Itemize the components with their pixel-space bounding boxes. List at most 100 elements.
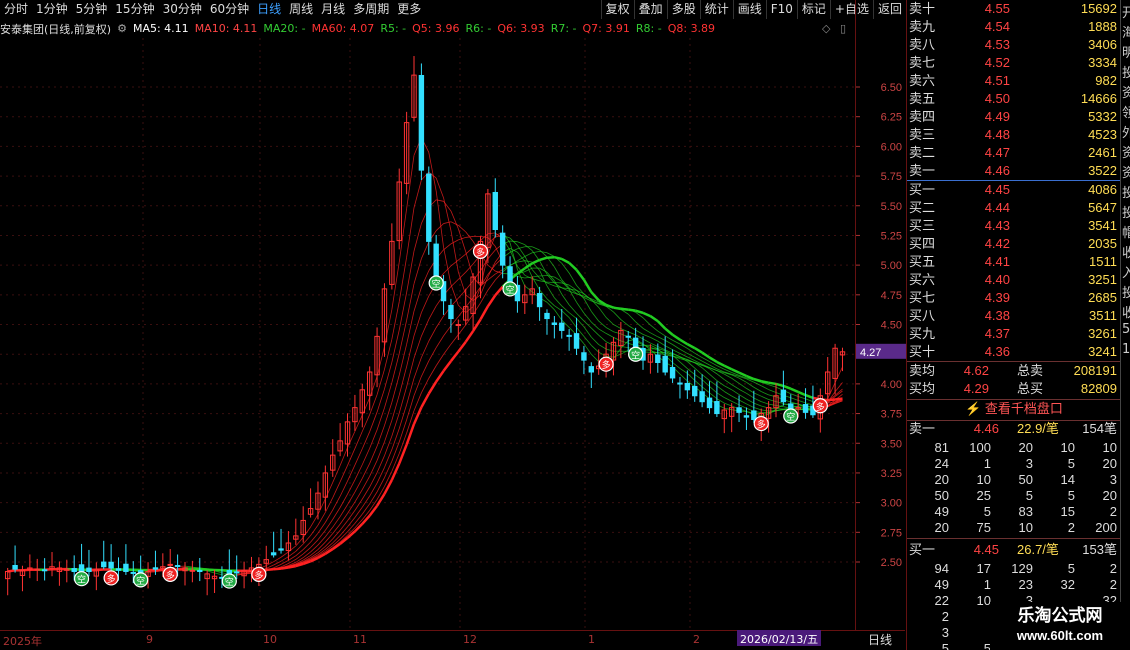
ma-ribbon-segment [435, 315, 444, 328]
ma-ribbon-segment [679, 352, 688, 358]
ma-ribbon-segment [694, 356, 703, 362]
candle-body[interactable] [566, 334, 572, 337]
period-tab-10[interactable]: 更多 [393, 0, 425, 19]
candle-body[interactable] [492, 191, 498, 230]
candle-body[interactable] [544, 312, 550, 320]
candle-body[interactable] [152, 567, 159, 570]
candle-body[interactable] [684, 382, 691, 391]
candle-body[interactable] [780, 389, 787, 403]
period-tab-0[interactable]: 分时 [0, 0, 32, 19]
candle-body[interactable] [101, 561, 107, 568]
buy-level-2-price: 4.44 [984, 200, 1010, 215]
period-tab-6[interactable]: 日线 [253, 0, 285, 19]
candle-body[interactable] [677, 382, 683, 385]
ma-ribbon-segment [428, 305, 437, 320]
candle-body[interactable] [34, 568, 40, 571]
candle-body[interactable] [108, 561, 114, 569]
settings-gear-icon[interactable]: ⚙ [117, 22, 127, 35]
toolbar-button-1[interactable]: 叠加 [633, 0, 667, 19]
sell-level-5-volume: 14666 [1080, 91, 1117, 106]
period-tab-8[interactable]: 月线 [317, 0, 349, 19]
candle-body[interactable] [706, 397, 713, 409]
candle-body[interactable] [167, 563, 173, 566]
candle-body[interactable] [559, 322, 565, 331]
sell-level-4: 卖四 4.49 5332 [907, 108, 1121, 126]
candle-body[interactable] [588, 366, 595, 373]
diamond-icon[interactable]: ◇ [822, 22, 830, 35]
period-tab-7[interactable]: 周线 [285, 0, 317, 19]
ma-ribbon-segment [731, 400, 740, 406]
candle-body[interactable] [743, 415, 750, 418]
candle-body[interactable] [130, 571, 136, 574]
candle-body[interactable] [418, 74, 425, 171]
candle-body[interactable] [189, 569, 196, 572]
candle-body[interactable] [123, 563, 129, 573]
candle-body[interactable] [751, 410, 757, 420]
candle-body[interactable] [714, 401, 720, 415]
candle-body[interactable] [802, 404, 809, 413]
sell-level-9-label: 卖九 [909, 19, 936, 34]
candle-body[interactable] [270, 552, 277, 556]
period-tab-2[interactable]: 5分钟 [72, 0, 112, 19]
candle-body[interactable] [115, 568, 122, 571]
candle-body[interactable] [551, 322, 558, 325]
ma-ribbon-segment [701, 351, 711, 359]
candlestick-chart[interactable]: 空多空多空多空多空多空多空多 [0, 38, 855, 630]
toolbar-button-3[interactable]: 统计 [699, 0, 733, 19]
candle-body[interactable] [655, 354, 661, 364]
candle-body[interactable] [86, 567, 92, 572]
toolbar-button-4[interactable]: 画线 [732, 0, 766, 19]
chart-canvas[interactable]: 空多空多空多空多空多空多空多 [0, 38, 855, 630]
view-thousand-level-button[interactable]: ⚡ 查看千档盘口 [907, 399, 1121, 419]
ma-ribbon-segment [428, 327, 437, 342]
candle-body[interactable] [41, 569, 48, 572]
sell-level-3-label: 卖三 [909, 127, 936, 142]
candle-body[interactable] [581, 352, 587, 361]
candle-body[interactable] [278, 548, 284, 551]
candle-body[interactable] [174, 565, 181, 568]
candle-body[interactable] [234, 571, 240, 574]
ma-ribbon-segment [798, 400, 806, 404]
candle-body[interactable] [573, 333, 580, 349]
ma-ribbon-segment [790, 387, 799, 394]
candle-body[interactable] [536, 293, 543, 308]
period-tab-4[interactable]: 30分钟 [159, 0, 206, 19]
candle-body[interactable] [662, 355, 668, 373]
buy-level-5-price: 4.41 [984, 254, 1010, 269]
period-tab-3[interactable]: 15分钟 [111, 0, 158, 19]
candle-body[interactable] [699, 391, 705, 403]
toolbar-button-6[interactable]: 标记 [796, 0, 830, 19]
right-edge-char: 明 [1122, 42, 1130, 61]
ma-ribbon-segment [288, 564, 297, 569]
price-axis: 6.506.256.005.755.505.255.004.754.504.25… [855, 0, 906, 630]
period-toolbar: 分时 1分钟 5分钟 15分钟 30分钟 60分钟 日线 周线 月线 多周期 更多 复权 叠加 多股 统计画… [0, 0, 906, 19]
candle-body[interactable] [448, 304, 454, 320]
toolbar-button-5[interactable]: F10 [765, 0, 797, 19]
ma-ribbon-segment [450, 279, 459, 287]
toolbar-button-2[interactable]: 多股 [666, 0, 700, 19]
period-label[interactable]: 日线 [855, 630, 905, 650]
candle-body[interactable] [426, 173, 432, 242]
candle-body[interactable] [736, 407, 742, 413]
candle-body[interactable] [12, 564, 18, 570]
candle-body[interactable] [499, 232, 506, 266]
period-tab-5[interactable]: 60分钟 [206, 0, 253, 19]
candle-body[interactable] [71, 568, 77, 573]
candle-body[interactable] [507, 266, 513, 284]
signal-label: 空 [786, 411, 795, 423]
candle-body[interactable] [625, 335, 631, 338]
toolbar-button-0[interactable]: 复权 [600, 0, 634, 19]
period-tab-9[interactable]: 多周期 [349, 0, 393, 19]
candle-body[interactable] [692, 385, 698, 397]
candle-body[interactable] [455, 324, 462, 326]
candle-body[interactable] [669, 367, 676, 379]
sell1-queue-cell: 20 [1018, 440, 1033, 455]
period-tab-1[interactable]: 1分钟 [32, 0, 72, 19]
candle-body[interactable] [197, 569, 203, 573]
window-icon[interactable]: ▯ [840, 22, 846, 35]
sell-level-9: 卖九 4.54 1888 [907, 18, 1121, 36]
buy1-queue-cell: 3 [941, 625, 949, 640]
sell-level-6: 卖六 4.51 982 [907, 72, 1121, 90]
candle-body[interactable] [433, 243, 439, 278]
indicator-9: Q7: 3.91 [582, 22, 630, 35]
